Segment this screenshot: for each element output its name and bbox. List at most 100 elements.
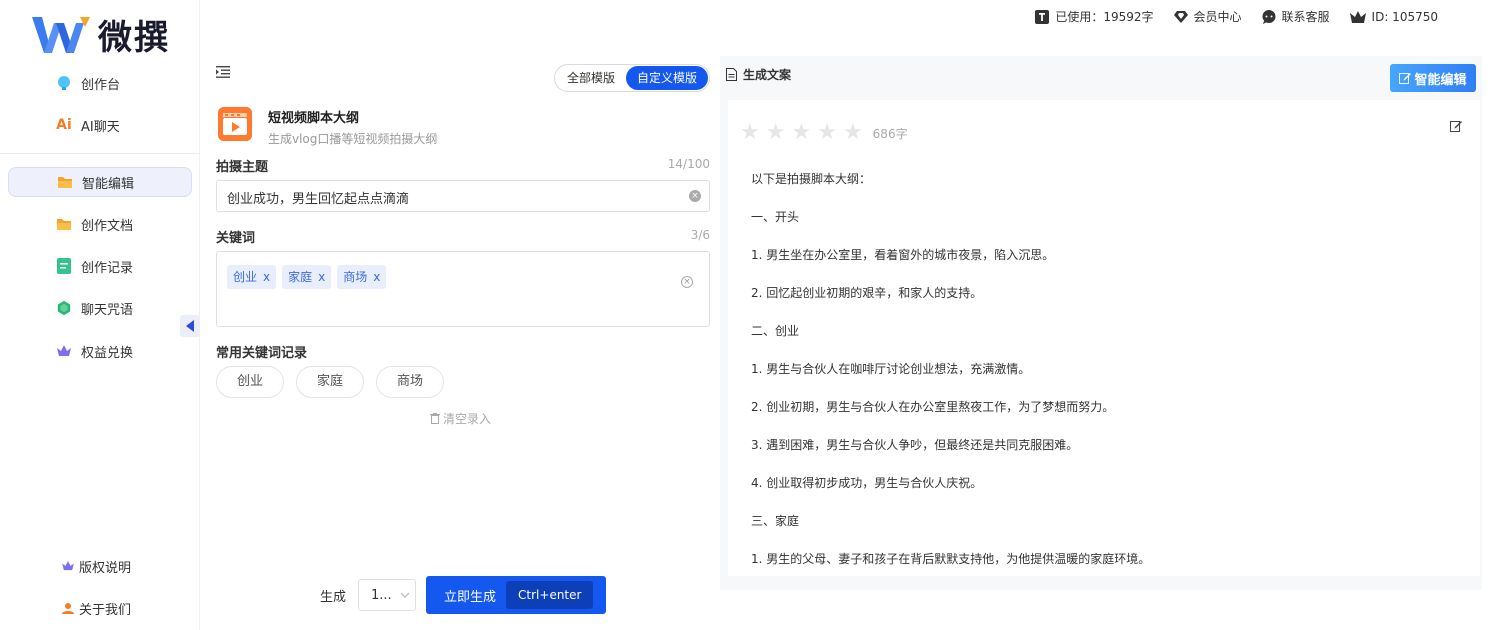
keyword-tag: 家庭 x — [282, 265, 332, 289]
output-line: 2. 回忆起创业初期的艰辛，和家人的支持。 — [751, 286, 983, 300]
output-line: 以下是拍摄脚本大纲： — [751, 172, 872, 186]
output-line: 二、创业 — [751, 324, 800, 338]
chevron-down-icon — [401, 592, 410, 598]
user-id-display[interactable]: ID: 105750 — [1349, 9, 1438, 24]
output-line: 4. 创业取得初步成功，男生与合伙人庆祝。 — [751, 476, 983, 490]
chat-bubble-icon — [1262, 9, 1276, 24]
user-icon — [60, 600, 76, 616]
star-icon[interactable]: ★ — [817, 122, 837, 144]
keyword-tags: 创业 x 家庭 x 商场 x — [227, 265, 387, 289]
sidebar-item-records[interactable]: 创作记录 — [8, 251, 192, 281]
gem-icon — [56, 300, 72, 316]
sidebar-item-copyright[interactable]: 版权说明 — [8, 551, 192, 581]
edit-icon — [1399, 73, 1412, 84]
app-root: 微撰 创作台 Ai AI聊天 智能编辑 创作文档 创作记录 聊天咒语 权益兑换 … — [0, 0, 1490, 630]
sidebar: 微撰 创作台 Ai AI聊天 智能编辑 创作文档 创作记录 聊天咒语 权益兑换 … — [0, 0, 200, 630]
folder-icon — [57, 174, 73, 190]
input-panel: 全部模版 自定义模版 短视频脚本大纲 生成vlog口播等短视频拍摄大纲 拍摄主题… — [216, 60, 710, 620]
sidebar-item-prompts[interactable]: 聊天咒语 — [8, 293, 192, 323]
output-line: 1. 男生的父母、妻子和孩子在背后默默支持他，为他提供温暖的家庭环境。 — [751, 552, 1151, 566]
tool-description: 生成vlog口播等短视频拍摄大纲 — [268, 132, 438, 146]
diamond-icon — [1173, 10, 1188, 23]
smart-edit-label: 智能编辑 — [1414, 72, 1467, 88]
star-icon[interactable]: ★ — [766, 122, 786, 144]
topic-input[interactable]: 创业成功，男生回忆起点点滴滴 × — [216, 180, 710, 212]
keywords-count: 3/6 — [690, 228, 710, 242]
tool-card: 短视频脚本大纲 生成vlog口播等短视频拍摄大纲 — [218, 107, 437, 147]
output-panel: 生成文案 智能编辑 ★ ★ ★ ★ ★ 686字 以下是拍摄脚本大纲： 一、开头… — [720, 56, 1482, 590]
generate-row: 生成 1... 立即生成 Ctrl+enter — [320, 576, 607, 614]
crown-icon — [1349, 10, 1366, 23]
history-chips: 创业 家庭 商场 — [216, 366, 444, 398]
output-title: 生成文案 — [743, 68, 792, 82]
logo[interactable]: 微撰 — [30, 10, 170, 59]
topic-count: 14/100 — [667, 157, 710, 171]
star-icon[interactable]: ★ — [740, 122, 760, 144]
tab-custom-templates[interactable]: 自定义模版 — [625, 66, 708, 90]
output-line: 一、开头 — [751, 210, 800, 224]
tag-remove-button[interactable]: x — [373, 265, 380, 289]
keyword-tag: 商场 x — [337, 265, 387, 289]
output-header: 生成文案 — [726, 66, 791, 83]
sidebar-item-label: 创作记录 — [81, 260, 134, 276]
folder-icon — [56, 216, 72, 232]
record-icon — [56, 258, 72, 274]
trash-icon — [430, 413, 440, 424]
text-count-icon — [1035, 9, 1050, 24]
sidebar-item-workbench[interactable]: 创作台 — [8, 68, 192, 98]
generate-button[interactable]: 立即生成 Ctrl+enter — [426, 576, 607, 614]
output-line: 2. 创业初期，男生与合伙人在办公室里熬夜工作，为了梦想而努力。 — [751, 400, 1115, 414]
ai-icon: Ai — [56, 117, 72, 133]
edit-icon[interactable] — [1450, 120, 1462, 132]
video-icon — [218, 107, 252, 141]
menu-fold-icon[interactable] — [216, 66, 230, 78]
sidebar-item-label: 创作台 — [81, 77, 121, 93]
template-switch: 全部模版 自定义模版 — [553, 64, 710, 92]
sidebar-divider — [0, 153, 200, 154]
sidebar-item-about[interactable]: 关于我们 — [8, 593, 192, 623]
contact-service-label: 联系客服 — [1281, 10, 1330, 24]
clear-keywords-icon[interactable]: × — [681, 276, 693, 288]
history-chip[interactable]: 商场 — [376, 366, 444, 398]
document-icon — [726, 68, 737, 81]
rating-stars: ★ ★ ★ ★ ★ 686字 — [740, 122, 908, 144]
clear-topic-icon[interactable]: × — [689, 190, 701, 202]
output-document[interactable]: ★ ★ ★ ★ ★ 686字 以下是拍摄脚本大纲： 一、开头 1. 男生坐在办公… — [728, 100, 1480, 576]
sidebar-item-label: 关于我们 — [79, 602, 132, 618]
history-chip[interactable]: 创业 — [216, 366, 284, 398]
star-icon[interactable]: ★ — [791, 122, 811, 144]
sidebar-item-smart-edit[interactable]: 智能编辑 — [8, 167, 192, 197]
generate-count-select[interactable]: 1... — [358, 579, 417, 611]
history-chip[interactable]: 家庭 — [296, 366, 364, 398]
smart-edit-button[interactable]: 智能编辑 — [1390, 64, 1476, 92]
sidebar-item-label: 权益兑换 — [81, 345, 134, 361]
sidebar-item-ai-chat[interactable]: Ai AI聊天 — [8, 110, 192, 140]
crown-icon — [56, 343, 72, 359]
caret-left-icon — [186, 320, 194, 332]
output-text: 以下是拍摄脚本大纲： 一、开头 1. 男生坐在办公室里，看着窗外的城市夜景，陷入… — [751, 170, 1150, 576]
clear-history-link[interactable]: 清空录入 — [430, 410, 491, 427]
tab-all-templates[interactable]: 全部模版 — [556, 66, 626, 90]
tag-remove-button[interactable]: x — [263, 265, 270, 289]
user-id-text: ID: 105750 — [1371, 9, 1438, 24]
keyword-tag: 创业 x — [227, 265, 277, 289]
output-line: 1. 男生坐在办公室里，看着窗外的城市夜景，陷入沉思。 — [751, 248, 1055, 262]
sidebar-item-label: AI聊天 — [81, 119, 120, 135]
contact-service-link[interactable]: 联系客服 — [1262, 8, 1330, 25]
keywords-input[interactable]: 创业 x 家庭 x 商场 x × — [216, 251, 710, 327]
topic-input-value: 创业成功，男生回忆起点点滴滴 — [227, 192, 410, 207]
sidebar-collapse-button[interactable] — [180, 315, 200, 337]
usage-text: 已使用：19592字 — [1055, 10, 1154, 24]
star-icon[interactable]: ★ — [843, 122, 863, 144]
tool-title: 短视频脚本大纲 — [268, 111, 360, 126]
usage-indicator: 已使用：19592字 — [1035, 8, 1154, 25]
word-count: 686字 — [872, 126, 908, 141]
shortcut-hint: Ctrl+enter — [506, 581, 594, 609]
tag-remove-button[interactable]: x — [318, 265, 325, 289]
member-center-link[interactable]: 会员中心 — [1173, 8, 1242, 25]
sidebar-item-redeem[interactable]: 权益兑换 — [8, 336, 192, 366]
output-line: 三、家庭 — [751, 514, 800, 528]
topic-label: 拍摄主题 — [216, 160, 269, 175]
clear-history-label: 清空录入 — [443, 412, 492, 426]
sidebar-item-documents[interactable]: 创作文档 — [8, 209, 192, 239]
